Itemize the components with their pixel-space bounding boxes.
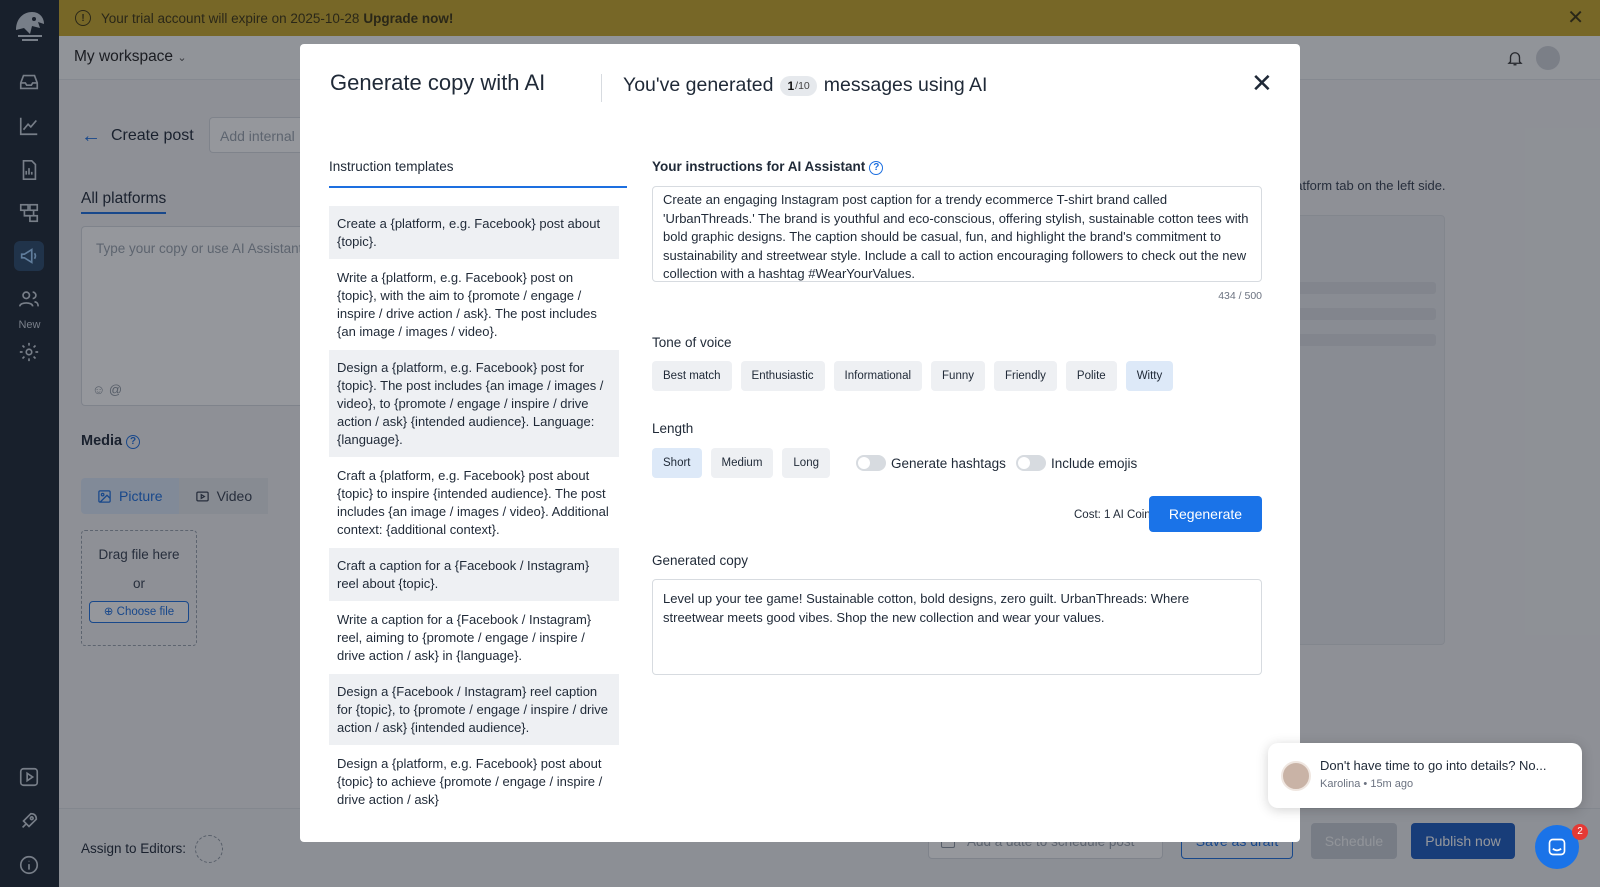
toggle-switch[interactable] bbox=[856, 455, 886, 471]
ai-usage-text: You've generated 1/10 messages using AI bbox=[623, 74, 987, 97]
template-item[interactable]: Create a {platform, e.g. Facebook} post … bbox=[329, 206, 619, 259]
tone-chip-selected[interactable]: Witty bbox=[1125, 361, 1174, 391]
usage-suffix: messages using AI bbox=[823, 74, 988, 96]
length-label: Length bbox=[652, 421, 694, 436]
chat-message: Don't have time to go into details? No..… bbox=[1320, 758, 1547, 773]
hashtags-toggle[interactable]: Generate hashtags bbox=[856, 455, 1006, 471]
emojis-toggle[interactable]: Include emojis bbox=[1016, 455, 1137, 471]
usage-count-badge: 1/10 bbox=[780, 75, 817, 96]
template-item[interactable]: Write a caption for a {Facebook / Instag… bbox=[329, 602, 619, 673]
tone-chip[interactable]: Friendly bbox=[994, 361, 1057, 391]
unread-badge: 2 bbox=[1572, 824, 1588, 840]
length-chip[interactable]: Long bbox=[782, 448, 830, 478]
chat-preview[interactable]: Don't have time to go into details? No..… bbox=[1268, 743, 1582, 808]
tone-chip[interactable]: Informational bbox=[833, 361, 923, 391]
tone-chip[interactable]: Best match bbox=[652, 361, 732, 391]
ai-copy-modal: Generate copy with AI You've generated 1… bbox=[300, 44, 1300, 842]
chat-meta: Karolina • 15m ago bbox=[1320, 778, 1414, 790]
template-item[interactable]: Design a {platform, e.g. Facebook} post … bbox=[329, 350, 619, 457]
template-item[interactable]: Design a {platform, e.g. Facebook} post … bbox=[329, 746, 619, 810]
template-list: Create a {platform, e.g. Facebook} post … bbox=[329, 206, 619, 810]
instructions-textarea[interactable]: Create an engaging Instagram post captio… bbox=[652, 186, 1262, 282]
generated-copy-label: Generated copy bbox=[652, 553, 749, 568]
tab-instruction-templates[interactable]: Instruction templates bbox=[329, 159, 627, 188]
template-item[interactable]: Design a {Facebook / Instagram} reel cap… bbox=[329, 674, 619, 745]
agent-avatar bbox=[1281, 761, 1311, 791]
hashtags-label: Generate hashtags bbox=[891, 455, 1006, 471]
close-icon[interactable]: ✕ bbox=[1251, 70, 1273, 96]
modal-title: Generate copy with AI bbox=[330, 70, 546, 95]
tone-chip[interactable]: Funny bbox=[931, 361, 985, 391]
generated-copy-textarea[interactable]: Level up your tee game! Sustainable cott… bbox=[652, 579, 1262, 675]
template-item[interactable]: Craft a caption for a {Facebook / Instag… bbox=[329, 548, 619, 601]
chat-icon bbox=[1548, 838, 1566, 856]
tone-label: Tone of voice bbox=[652, 335, 732, 350]
toggle-switch[interactable] bbox=[1016, 455, 1046, 471]
title-divider bbox=[601, 74, 602, 102]
emojis-label: Include emojis bbox=[1051, 455, 1138, 471]
length-chip-selected[interactable]: Short bbox=[652, 448, 702, 478]
length-chips: Short Medium Long bbox=[652, 448, 830, 478]
template-item[interactable]: Craft a {platform, e.g. Facebook} post a… bbox=[329, 458, 619, 547]
char-counter: 434 / 500 bbox=[1218, 290, 1262, 302]
tone-chip[interactable]: Polite bbox=[1065, 361, 1117, 391]
help-icon[interactable]: ? bbox=[869, 161, 884, 175]
cost-text: Cost: 1 AI Coin bbox=[1074, 509, 1151, 521]
regenerate-button[interactable]: Regenerate bbox=[1149, 496, 1262, 532]
instructions-label: Your instructions for AI Assistant? bbox=[652, 159, 884, 175]
tone-chip[interactable]: Enthusiastic bbox=[740, 361, 825, 391]
length-chip[interactable]: Medium bbox=[710, 448, 774, 478]
tone-chips: Best match Enthusiastic Informational Fu… bbox=[652, 361, 1174, 391]
usage-prefix: You've generated bbox=[623, 74, 774, 96]
template-item[interactable]: Write a {platform, e.g. Facebook} post o… bbox=[329, 260, 619, 349]
